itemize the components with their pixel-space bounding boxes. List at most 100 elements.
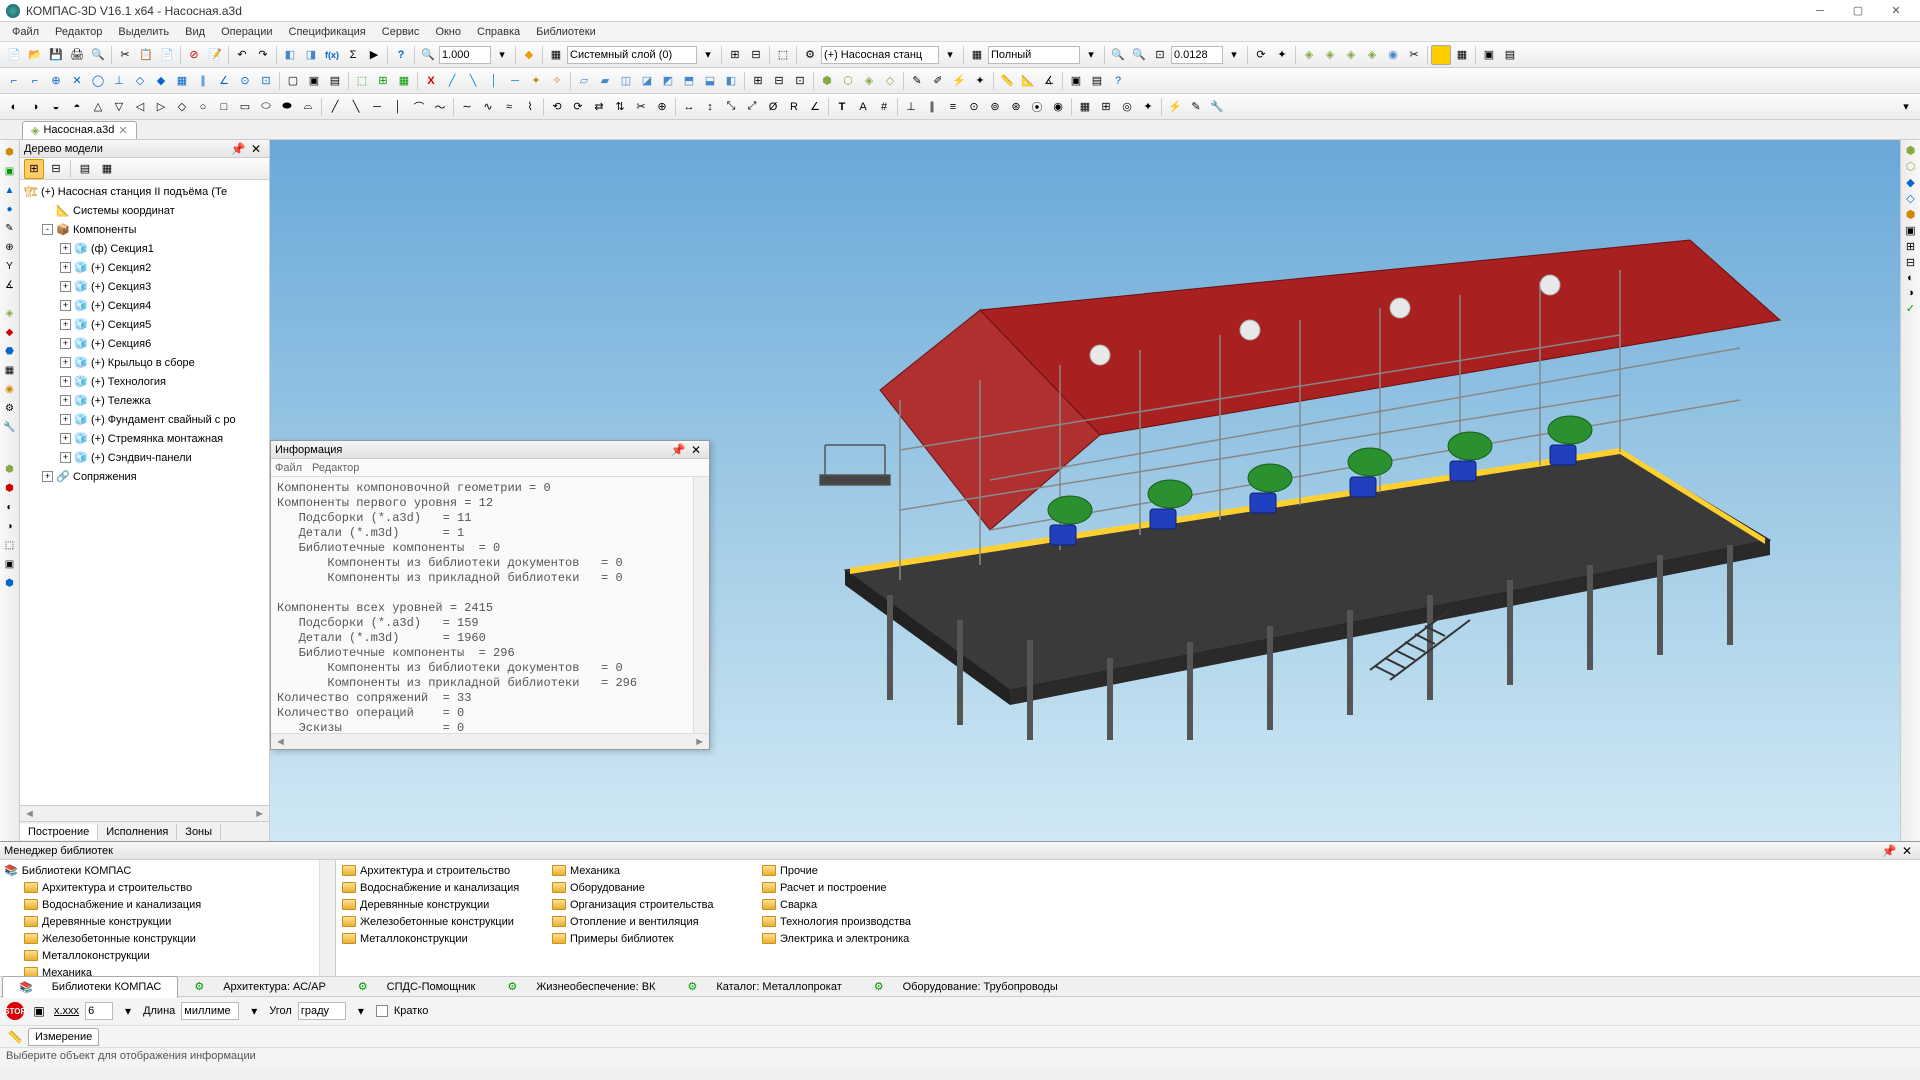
vtool-21[interactable]: ▣ bbox=[2, 556, 18, 572]
short-checkbox[interactable] bbox=[376, 1005, 388, 1017]
text-3[interactable]: # bbox=[874, 97, 894, 117]
arr-2[interactable]: ⊞ bbox=[1096, 97, 1116, 117]
lib-item-1-3[interactable]: Отопление и вентиляция bbox=[546, 913, 756, 930]
toggle-3[interactable]: ⬚ bbox=[773, 45, 793, 65]
hatch-3[interactable]: ▦ bbox=[394, 71, 414, 91]
constr-5[interactable]: ⊚ bbox=[985, 97, 1005, 117]
zoom-scale-icon[interactable]: 🔍 bbox=[418, 45, 438, 65]
lib-root[interactable]: 📚 Библиотеки КОМПАС bbox=[0, 862, 335, 879]
lib-tree[interactable]: 📚 Библиотеки КОМПАС Архитектура и строит… bbox=[0, 860, 336, 976]
redo-button[interactable]: ↷ bbox=[253, 45, 273, 65]
hatch-1[interactable]: ⬚ bbox=[352, 71, 372, 91]
wireframe-button[interactable]: ◈ bbox=[1299, 45, 1319, 65]
asm-3[interactable]: ◈ bbox=[859, 71, 879, 91]
constr-4[interactable]: ⊙ bbox=[964, 97, 984, 117]
tree-node-3[interactable]: +🧊(+) Секция2 bbox=[20, 258, 269, 277]
rvtool-7[interactable]: ⊞ bbox=[1906, 240, 1915, 253]
misc-2[interactable]: ✎ bbox=[1186, 97, 1206, 117]
sk-13[interactable]: ⬭ bbox=[256, 97, 276, 117]
close-button[interactable]: ✕ bbox=[1878, 2, 1914, 20]
rvtool-1[interactable]: ⬢ bbox=[1906, 144, 1916, 157]
tool-a1[interactable]: ▢ bbox=[283, 71, 303, 91]
lib-pin[interactable]: 📌 bbox=[1880, 842, 1898, 860]
op-1[interactable]: ✎ bbox=[907, 71, 927, 91]
rvtool-11[interactable]: ✓ bbox=[1906, 302, 1915, 315]
tree-node-1[interactable]: -📦Компоненты bbox=[20, 220, 269, 239]
grid-button[interactable]: ▦ bbox=[1452, 45, 1472, 65]
precision-dropdown[interactable]: ▾ bbox=[1224, 45, 1244, 65]
prec-input[interactable] bbox=[85, 1002, 113, 1020]
snap-mid[interactable]: ⌐ bbox=[25, 71, 45, 91]
fx-button[interactable]: f(x) bbox=[322, 45, 342, 65]
constr-2[interactable]: ∥ bbox=[922, 97, 942, 117]
tree-tab-zones[interactable]: Зоны bbox=[177, 824, 221, 840]
scale-input[interactable] bbox=[439, 46, 491, 64]
shaded-button[interactable]: ◈ bbox=[1341, 45, 1361, 65]
vtool-18[interactable]: ◐ bbox=[2, 499, 18, 515]
tree-expander[interactable]: + bbox=[60, 452, 71, 463]
new-doc-button[interactable]: 📄 bbox=[4, 45, 24, 65]
vtool-13[interactable]: ◉ bbox=[2, 381, 18, 397]
arr-4[interactable]: ✦ bbox=[1138, 97, 1158, 117]
tree-expander[interactable]: + bbox=[60, 300, 71, 311]
rvtool-9[interactable]: ◐ bbox=[1907, 272, 1914, 284]
config-input[interactable] bbox=[821, 46, 939, 64]
scale-dropdown[interactable]: ▾ bbox=[492, 45, 512, 65]
cancel-button[interactable]: ⊘ bbox=[184, 45, 204, 65]
shaded-edges-button[interactable]: ◈ bbox=[1362, 45, 1382, 65]
vtool-22[interactable]: ⬢ bbox=[2, 575, 18, 591]
lib-item-0-0[interactable]: Архитектура и строительство bbox=[336, 862, 546, 879]
tree-node-6[interactable]: +🧊(+) Секция5 bbox=[20, 315, 269, 334]
plane-2[interactable]: ▰ bbox=[595, 71, 615, 91]
lib-item-2-1[interactable]: Расчет и построение bbox=[756, 879, 966, 896]
edit-2[interactable]: ⟳ bbox=[568, 97, 588, 117]
measure-icon[interactable]: 📏 bbox=[6, 1028, 24, 1046]
tree-node-0[interactable]: 📐Системы координат bbox=[20, 201, 269, 220]
curve-3[interactable]: ≈ bbox=[499, 97, 519, 117]
mode-1[interactable]: ▣ bbox=[1479, 45, 1499, 65]
tree-node-7[interactable]: +🧊(+) Секция6 bbox=[20, 334, 269, 353]
info-header[interactable]: Информация 📌 ✕ bbox=[271, 441, 709, 459]
tree-node-14[interactable]: +🔗Сопряжения bbox=[20, 467, 269, 486]
tree-root[interactable]: 🏗 (+) Насосная станция II подъёма (Те bbox=[20, 182, 269, 201]
lib-item-2-3[interactable]: Технология производства bbox=[756, 913, 966, 930]
layer-input[interactable] bbox=[567, 46, 697, 64]
line-5[interactable]: ⌒ bbox=[409, 97, 429, 117]
tree-node-10[interactable]: +🧊(+) Тележка bbox=[20, 391, 269, 410]
vtool-11[interactable]: ⬣ bbox=[2, 343, 18, 359]
info-pin[interactable]: 📌 bbox=[669, 441, 687, 459]
display-icon[interactable]: ▦ bbox=[967, 45, 987, 65]
tree-expander[interactable]: + bbox=[60, 338, 71, 349]
tree-node-5[interactable]: +🧊(+) Секция4 bbox=[20, 296, 269, 315]
arr-3[interactable]: ◎ bbox=[1117, 97, 1137, 117]
len-unit-input[interactable] bbox=[181, 1002, 239, 1020]
plane-6[interactable]: ⬒ bbox=[679, 71, 699, 91]
tree-node-9[interactable]: +🧊(+) Технология bbox=[20, 372, 269, 391]
line-2[interactable]: ╲ bbox=[346, 97, 366, 117]
menu-help[interactable]: Справка bbox=[469, 24, 528, 40]
info-menu-edit[interactable]: Редактор bbox=[312, 462, 359, 474]
menu-view[interactable]: Вид bbox=[177, 24, 213, 40]
view-2[interactable]: ⊟ bbox=[769, 71, 789, 91]
help-button[interactable]: ? bbox=[391, 45, 411, 65]
tree-tool-2[interactable]: ⊟ bbox=[46, 159, 66, 179]
vtool-19[interactable]: ◑ bbox=[2, 518, 18, 534]
vtool-12[interactable]: ▦ bbox=[2, 362, 18, 378]
tree-tab-exec[interactable]: Исполнения bbox=[98, 824, 177, 840]
tree-hscroll[interactable]: ◄► bbox=[20, 805, 269, 821]
sk-8[interactable]: ▷ bbox=[151, 97, 171, 117]
curve-2[interactable]: ∿ bbox=[478, 97, 498, 117]
rvtool-4[interactable]: ◇ bbox=[1906, 192, 1914, 205]
tree-expander[interactable]: + bbox=[60, 395, 71, 406]
sk-1[interactable]: ◐ bbox=[4, 97, 24, 117]
sk-6[interactable]: ▽ bbox=[109, 97, 129, 117]
op-4[interactable]: ✦ bbox=[970, 71, 990, 91]
open-button[interactable]: 📂 bbox=[25, 45, 45, 65]
minimize-button[interactable]: ─ bbox=[1802, 2, 1838, 20]
tree-node-12[interactable]: +🧊(+) Стремянка монтажная bbox=[20, 429, 269, 448]
menu-libraries[interactable]: Библиотеки bbox=[528, 24, 604, 40]
rvtool-3[interactable]: ◆ bbox=[1906, 176, 1914, 189]
extra-1[interactable]: ▣ bbox=[1066, 71, 1086, 91]
edit-4[interactable]: ⇅ bbox=[610, 97, 630, 117]
snap-near[interactable]: ◇ bbox=[130, 71, 150, 91]
